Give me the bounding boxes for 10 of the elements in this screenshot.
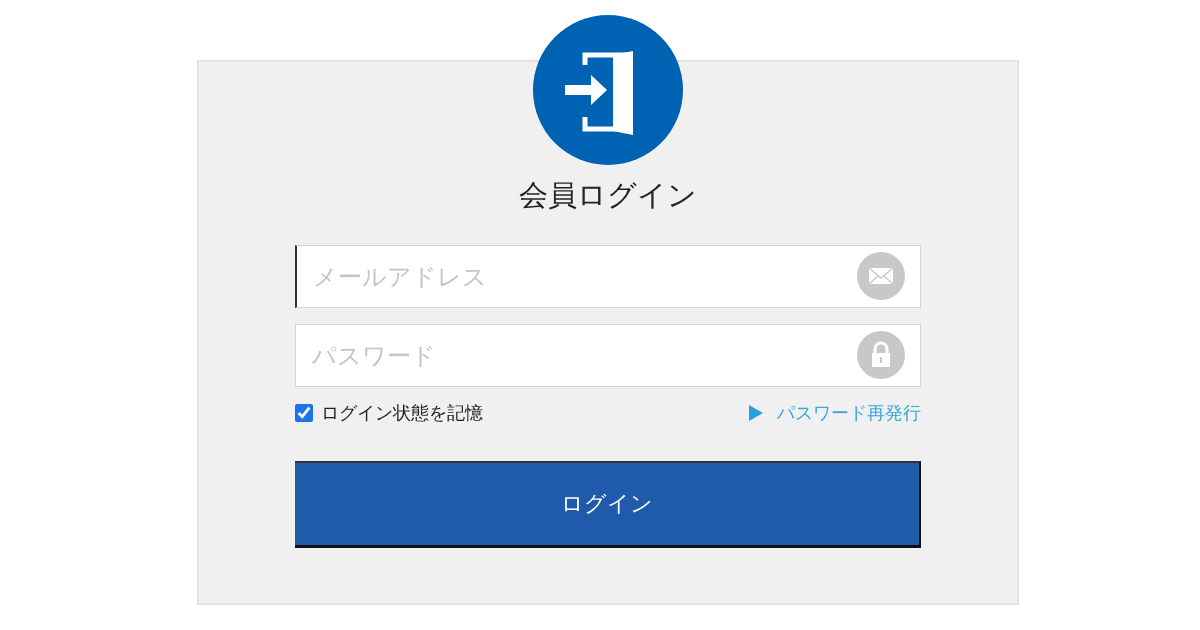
password-field[interactable]: パスワード [295,324,921,387]
remember-checkbox[interactable] [295,404,313,422]
login-button[interactable]: ログイン [295,461,921,548]
email-field[interactable]: メールアドレス [295,245,921,308]
remember-label: ログイン状態を記憶 [321,401,483,425]
login-title: 会員ログイン [519,177,697,214]
door-enter-icon [533,15,683,165]
play-icon [749,405,763,421]
lock-icon [857,331,905,379]
envelope-icon [857,252,905,300]
